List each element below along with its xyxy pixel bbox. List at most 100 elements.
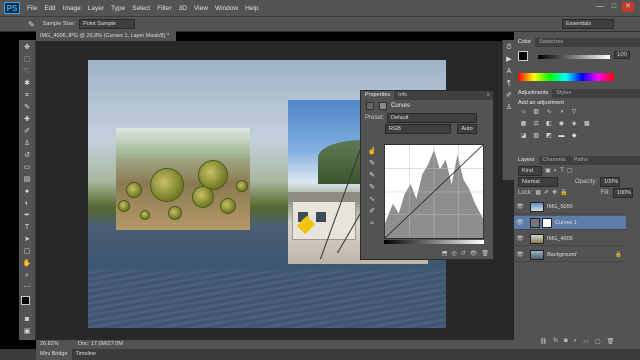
black-point-eyedropper-icon[interactable]: ✎ <box>366 159 378 168</box>
tab-paths[interactable]: Paths <box>570 156 592 165</box>
layer-kind-filter[interactable]: Kind <box>518 165 542 176</box>
gradient-tool-icon[interactable]: ▤ <box>21 175 33 184</box>
visibility-eye-icon[interactable]: 👁 <box>516 219 524 226</box>
eyedropper-tool-icon[interactable]: ✎ <box>21 103 33 112</box>
hand-tool-icon[interactable]: ✋ <box>21 259 33 268</box>
lock-all-icon[interactable]: 🔒 <box>560 189 567 196</box>
menu-select[interactable]: Select <box>132 5 150 12</box>
link-layers-icon[interactable]: ⛓ <box>540 338 548 345</box>
tab-channels[interactable]: Channels <box>539 156 570 165</box>
selective-color-icon[interactable]: ◆ <box>570 132 579 140</box>
extra-tools-icon[interactable]: ⋯ <box>21 283 33 292</box>
shape-tool-icon[interactable]: ▢ <box>21 247 33 256</box>
layer-mask-icon[interactable] <box>379 102 387 110</box>
visibility-icon[interactable]: 👁 <box>470 249 478 259</box>
brightness-contrast-icon[interactable]: ☼ <box>519 108 528 116</box>
menu-window[interactable]: Window <box>215 5 238 12</box>
invert-icon[interactable]: ◪ <box>519 132 528 140</box>
blur-tool-icon[interactable]: ● <box>21 187 33 196</box>
posterize-icon[interactable]: ▧ <box>532 132 541 140</box>
visibility-eye-icon[interactable]: 👁 <box>516 251 524 258</box>
new-layer-icon[interactable]: ▢ <box>595 338 601 345</box>
tab-swatches[interactable]: Swatches <box>535 38 567 47</box>
tab-color[interactable]: Color <box>514 38 536 47</box>
foreground-color-swatch[interactable] <box>518 51 528 61</box>
sample-size-dropdown[interactable]: Point Sample <box>79 19 136 29</box>
cactus-photo-layer[interactable] <box>116 128 250 230</box>
fill-field[interactable]: 100% <box>612 187 633 198</box>
dodge-tool-icon[interactable]: ◐ <box>21 199 33 208</box>
layer-row[interactable]: 👁 Background 🔒 <box>514 248 626 262</box>
healing-brush-tool-icon[interactable]: ✚ <box>21 115 33 124</box>
layer-row-selected[interactable]: 👁 Curves 1 <box>514 216 626 230</box>
crop-tool-icon[interactable]: ⌗ <box>21 91 33 100</box>
levels-icon[interactable]: ▥ <box>532 108 541 116</box>
quick-mask-icon[interactable]: ◙ <box>21 315 33 324</box>
eraser-tool-icon[interactable]: ▭ <box>21 163 33 172</box>
auto-button[interactable]: Auto <box>457 123 477 134</box>
pencil-draw-icon[interactable]: ✐ <box>366 207 378 216</box>
color-swatches[interactable] <box>19 296 35 312</box>
menu-3d[interactable]: 3D <box>179 5 187 12</box>
hue-saturation-icon[interactable]: ▦ <box>519 120 528 128</box>
channel-mixer-icon[interactable]: ◈ <box>570 120 579 128</box>
color-lookup-icon[interactable]: ▩ <box>582 120 591 128</box>
color-value-field[interactable]: 100 <box>614 51 631 59</box>
quick-select-tool-icon[interactable]: ✱ <box>21 79 33 88</box>
curves-graph[interactable] <box>384 144 484 239</box>
menu-view[interactable]: View <box>194 5 208 12</box>
workspace-dropdown[interactable]: Essentials <box>562 19 614 29</box>
layer-row[interactable]: 👁 IMG_4005 <box>514 232 626 246</box>
new-group-icon[interactable]: ▭ <box>583 338 589 345</box>
brush-tool-icon[interactable]: ✐ <box>21 127 33 136</box>
vibrance-icon[interactable]: ▽ <box>570 108 579 116</box>
maximize-button[interactable]: □ <box>608 2 620 12</box>
filter-shape-icon[interactable]: ▢ <box>567 167 573 174</box>
gradient-map-icon[interactable]: ▬ <box>557 132 566 140</box>
clip-to-layer-icon[interactable]: ⬒ <box>442 249 448 259</box>
zoom-tool-icon[interactable]: ⌕ <box>21 271 33 280</box>
panel-menu-icon[interactable]: ≡ <box>487 91 493 100</box>
close-button[interactable]: ✕ <box>622 2 634 12</box>
type-tool-icon[interactable]: T <box>21 223 33 232</box>
lock-position-icon[interactable]: ✥ <box>552 189 557 196</box>
visibility-eye-icon[interactable]: 👁 <box>516 203 524 210</box>
lasso-tool-icon[interactable]: ➰ <box>21 67 33 76</box>
reset-icon[interactable]: ↺ <box>461 249 466 259</box>
lock-pixels-icon[interactable]: ✐ <box>544 189 549 196</box>
black-white-icon[interactable]: ◧ <box>544 120 553 128</box>
preset-dropdown[interactable]: Default <box>387 112 478 123</box>
foreground-color-swatch[interactable] <box>21 296 30 305</box>
menu-layer[interactable]: Layer <box>88 5 104 12</box>
tab-layers[interactable]: Layers <box>514 156 539 165</box>
exposure-icon[interactable]: ◑ <box>557 108 566 116</box>
document-tab[interactable]: IMG_4006.JPG @ 26.8% (Curves 1, Layer Ma… <box>36 31 176 41</box>
layer-row[interactable]: 👁 IMG_5050 <box>514 200 626 214</box>
layer-style-icon[interactable]: fx <box>553 338 558 345</box>
path-select-tool-icon[interactable]: ➤ <box>21 235 33 244</box>
filter-adjustment-icon[interactable]: ◐ <box>554 168 558 174</box>
menu-help[interactable]: Help <box>245 5 258 12</box>
tab-timeline[interactable]: Timeline <box>72 349 101 360</box>
add-mask-icon[interactable]: ◙ <box>564 338 568 345</box>
eyedropper-icon[interactable]: ✎ <box>28 20 35 29</box>
gray-slider[interactable] <box>538 55 610 59</box>
gray-point-eyedropper-icon[interactable]: ✎ <box>366 171 378 180</box>
curves-icon[interactable]: ∿ <box>544 108 553 116</box>
new-adjustment-icon[interactable]: ◐ <box>574 338 578 345</box>
pen-tool-icon[interactable]: ✒ <box>21 211 33 220</box>
marquee-tool-icon[interactable]: ⬚ <box>21 55 33 64</box>
delete-layer-icon[interactable]: 🗑 <box>607 338 615 345</box>
view-previous-icon[interactable]: ◎ <box>451 249 456 259</box>
tab-adjustments[interactable]: Adjustments <box>514 89 553 98</box>
menu-filter[interactable]: Filter <box>157 5 171 12</box>
filter-type-icon[interactable]: T <box>560 168 564 174</box>
white-point-eyedropper-icon[interactable]: ✎ <box>366 183 378 192</box>
lock-transparent-icon[interactable]: ▦ <box>535 189 541 196</box>
tab-properties[interactable]: Properties <box>361 91 395 100</box>
on-image-adjust-icon[interactable]: ☝ <box>366 147 378 156</box>
smooth-curve-icon[interactable]: ≈ <box>366 219 378 228</box>
color-balance-icon[interactable]: ⚖ <box>532 120 541 128</box>
edit-points-icon[interactable]: ∿ <box>366 195 378 204</box>
menu-file[interactable]: File <box>27 5 37 12</box>
